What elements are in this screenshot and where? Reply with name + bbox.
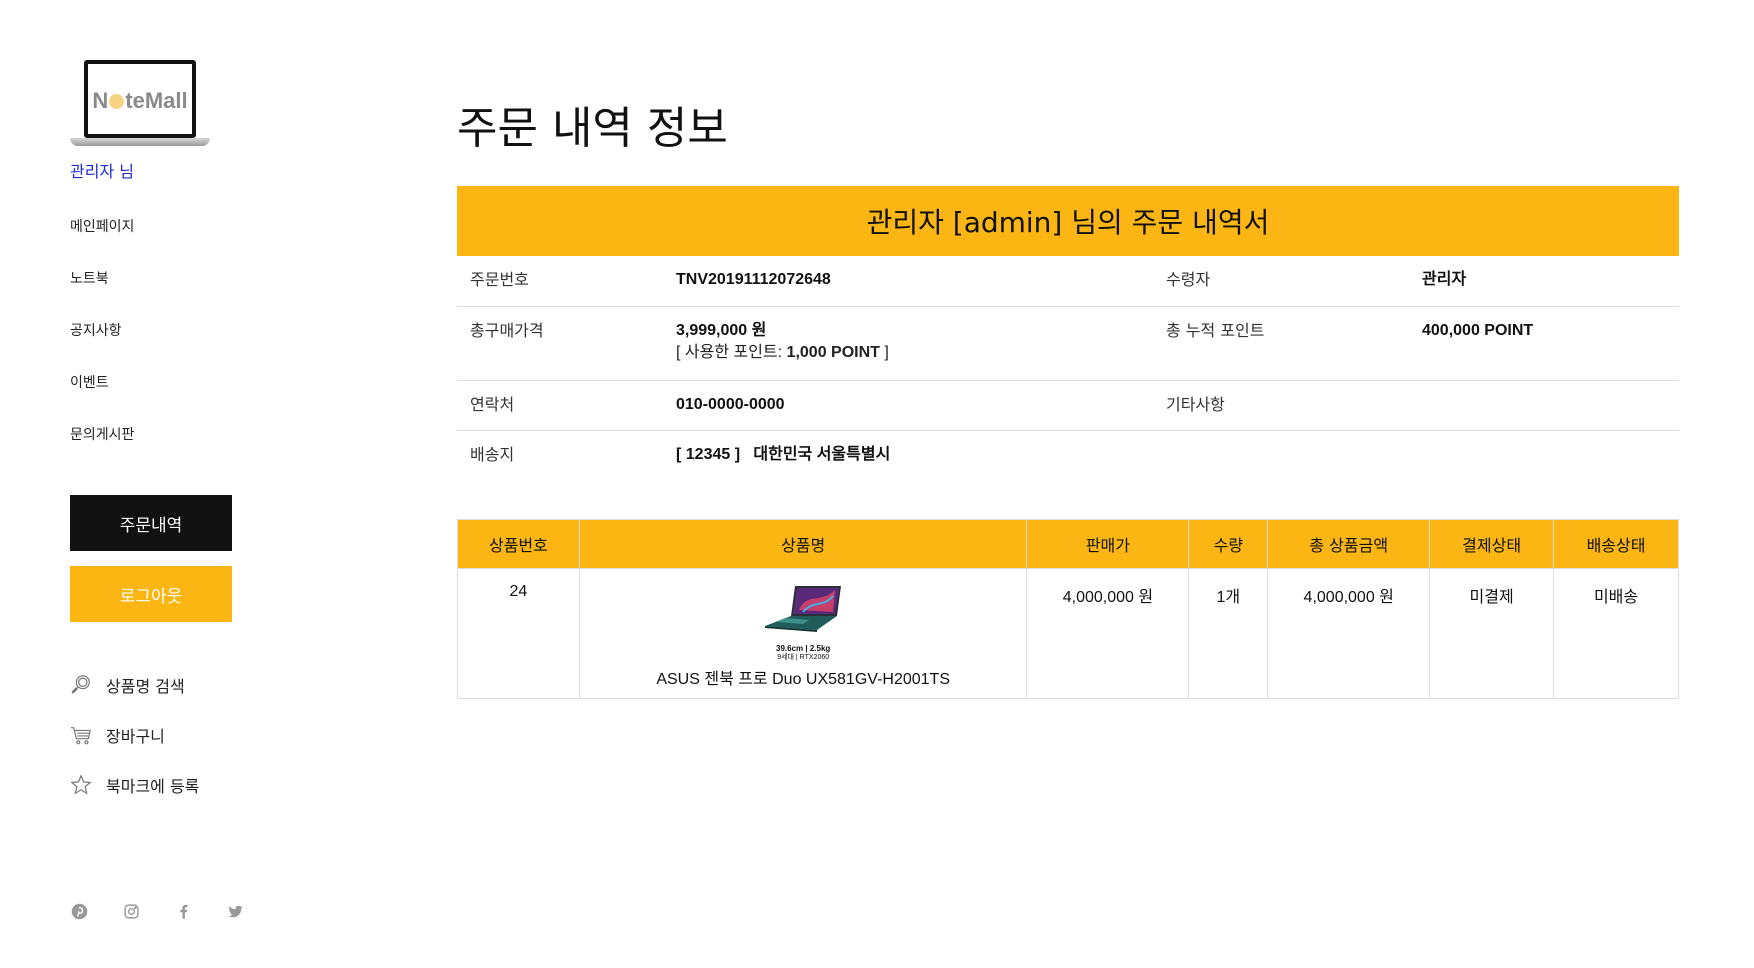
used-point-note: [ 사용한 포인트: 1,000 POINT ] [676, 343, 889, 361]
product-image-spec: 39.6cm | 2.5kg [776, 644, 831, 653]
address-value: [ 12345 ] 대한민국 서울특별시 [676, 445, 891, 463]
logo-laptop-base [70, 138, 210, 146]
col-header-payment-status: 결제상태 [1429, 519, 1555, 569]
orders-button[interactable]: 주문내역 [70, 495, 232, 551]
cart-link[interactable]: 장바구니 [70, 710, 199, 760]
product-no-cell: 24 [457, 568, 580, 699]
total-price-value: 3,999,000 원 [676, 321, 767, 339]
social-links [70, 902, 278, 920]
total-price-label: 총구매가격 [457, 306, 663, 381]
table-row: 24 39.6cm | 2.5kg 9세대 | RTX2060 ASUS 젠북 … [457, 568, 1679, 699]
col-header-qty: 수량 [1188, 519, 1269, 569]
order-info-row: 주문번호 TNV20191112072648 수령자 관리자 [457, 256, 1679, 307]
bookmark-link[interactable]: 북마크에 등록 [70, 760, 199, 810]
logout-button[interactable]: 로그아웃 [70, 566, 232, 622]
col-header-price: 판매가 [1026, 519, 1190, 569]
address-label: 배송지 [470, 444, 515, 464]
col-header-product-name: 상품명 [578, 519, 1028, 569]
total-cell: 4,000,000 원 [1267, 568, 1431, 699]
order-items-table: 상품번호 상품명 판매가 수량 총 상품금액 결제상태 배송상태 24 39.6… [457, 519, 1679, 699]
search-link-label: 상품명 검색 [106, 677, 185, 696]
cart-link-label: 장바구니 [106, 727, 165, 746]
payment-status-cell: 미결제 [1429, 568, 1555, 699]
notemall-logo[interactable]: NteMall [70, 58, 210, 150]
twitter-icon[interactable] [226, 902, 244, 920]
etc-value [1409, 380, 1679, 431]
product-image-spec-2: 9세대 | RTX2060 [777, 654, 830, 661]
qty-cell: 1개 [1188, 568, 1269, 699]
menu-item-qna[interactable]: 문의게시판 [70, 424, 134, 476]
user-name-link[interactable]: 관리자 님 [70, 158, 134, 182]
contact-label: 연락처 [457, 380, 663, 431]
logo-text: NteMall [92, 88, 188, 113]
laptop-product-icon [765, 586, 842, 632]
instagram-icon[interactable] [122, 902, 140, 920]
order-info-row: 배송지 [ 12345 ] 대한민국 서울특별시 [457, 430, 1679, 480]
order-no-label: 주문번호 [457, 256, 663, 307]
facebook-icon[interactable] [174, 902, 192, 920]
menu-item-event[interactable]: 이벤트 [70, 372, 134, 424]
points-label: 총 누적 포인트 [1153, 306, 1409, 381]
page-title: 주문 내역 정보 [457, 103, 728, 154]
points-value: 400,000 POINT [1409, 306, 1679, 381]
menu-item-notice[interactable]: 공지사항 [70, 320, 134, 372]
table-header-row: 상품번호 상품명 판매가 수량 총 상품금액 결제상태 배송상태 [457, 519, 1679, 569]
search-icon [71, 675, 90, 694]
cart-icon [70, 727, 91, 745]
star-icon [70, 774, 92, 795]
contact-value: 010-0000-0000 [663, 380, 1153, 431]
order-info-row: 연락처 010-0000-0000 기타사항 [457, 380, 1679, 431]
total-price-cell: 3,999,000 원 [ 사용한 포인트: 1,000 POINT ] [663, 306, 1153, 381]
menu-item-main[interactable]: 메인페이지 [70, 216, 134, 268]
col-header-total: 총 상품금액 [1267, 519, 1431, 569]
menu-item-notebook[interactable]: 노트북 [70, 268, 134, 320]
product-cell[interactable]: 39.6cm | 2.5kg 9세대 | RTX2060 ASUS 젠북 프로 … [578, 568, 1028, 699]
recipient-label: 수령자 [1153, 256, 1409, 307]
etc-label: 기타사항 [1153, 380, 1409, 431]
tool-links: 상품명 검색 장바구니 북마크에 등록 [70, 660, 199, 810]
price-cell: 4,000,000 원 [1026, 568, 1190, 699]
col-header-delivery-status: 배송상태 [1553, 519, 1679, 569]
used-point-value: 1,000 POINT [786, 343, 880, 361]
logo-laptop-screen: NteMall [84, 60, 196, 138]
sidebar: NteMall 관리자 님 메인페이지 노트북 공지사항 이벤트 문의게시판 주… [70, 0, 330, 968]
order-summary-header: 관리자 [admin] 님의 주문 내역서 [457, 186, 1679, 256]
delivery-status-cell: 미배송 [1553, 568, 1679, 699]
order-info-table: 주문번호 TNV20191112072648 수령자 관리자 총구매가격 3,9… [457, 256, 1679, 480]
order-no-value: TNV20191112072648 [663, 256, 1153, 307]
order-info-row: 총구매가격 3,999,000 원 [ 사용한 포인트: 1,000 POINT… [457, 306, 1679, 381]
bookmark-link-label: 북마크에 등록 [106, 777, 200, 796]
search-link[interactable]: 상품명 검색 [70, 660, 199, 710]
col-header-product-no: 상품번호 [457, 519, 580, 569]
product-image[interactable]: 39.6cm | 2.5kg 9세대 | RTX2060 [763, 582, 843, 661]
product-name-link[interactable]: ASUS 젠북 프로 Duo UX581GV-H2001TS [580, 665, 1027, 689]
recipient-value: 관리자 [1409, 256, 1679, 307]
pinterest-icon[interactable] [70, 902, 88, 920]
main-menu: 메인페이지 노트북 공지사항 이벤트 문의게시판 [70, 216, 134, 476]
